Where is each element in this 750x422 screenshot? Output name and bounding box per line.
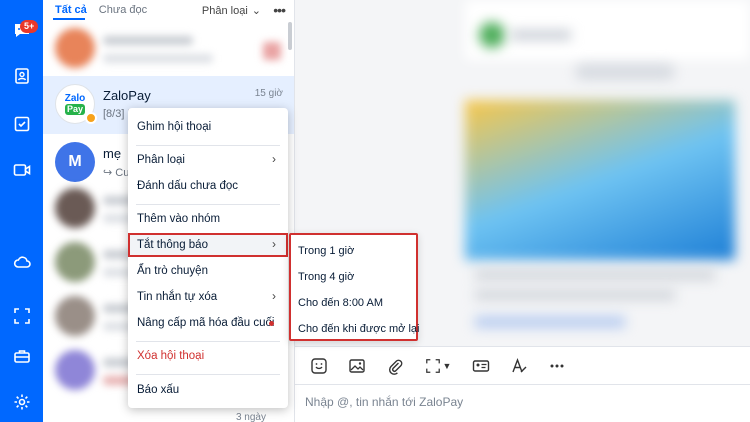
menu-item-mute-notifications[interactable]: Tắt thông báo › (128, 233, 288, 257)
conversation-context-menu: Ghim hội thoại Phân loại › Đánh dấu chưa … (128, 108, 288, 408)
menu-item-label: Ghim hội thoại (137, 121, 212, 133)
menu-divider (136, 341, 280, 342)
conversation-time: 15 giờ (254, 88, 283, 99)
tab-all[interactable]: Tất cả (55, 4, 87, 16)
new-indicator-dot (269, 321, 274, 326)
mute-option-1-hour[interactable]: Trong 1 giờ (291, 239, 416, 263)
chevron-right-icon: › (272, 237, 276, 251)
more-options-icon[interactable]: ••• (273, 2, 286, 18)
menu-item-report[interactable]: Báo xấu (128, 378, 288, 402)
menu-item-label: Đánh dấu chưa đọc (137, 180, 239, 192)
avatar: M (55, 142, 95, 182)
menu-item-upgrade-encryption[interactable]: Nâng cấp mã hóa đầu cuối (128, 311, 288, 335)
conversation-name: ZaloPay (103, 88, 151, 103)
message-text-placeholder (475, 270, 715, 280)
message-composer (295, 384, 750, 422)
chat-avatar (479, 22, 505, 48)
menu-divider (136, 204, 280, 205)
chevron-right-icon: › (272, 152, 276, 166)
list-header: Tất cả Chưa đọc Phân loại ⌄ ••• (43, 0, 294, 20)
unread-badge: 5+ (20, 20, 39, 33)
settings-icon[interactable] (0, 382, 43, 422)
contacts-icon[interactable] (0, 56, 43, 96)
messages-icon[interactable]: 5+ (0, 10, 43, 50)
menu-item-add-to-group[interactable]: Thêm vào nhóm (128, 207, 288, 231)
menu-item-label: Tắt thông báo (137, 239, 208, 251)
menu-item-mark-unread[interactable]: Đánh dấu chưa đọc (128, 174, 288, 198)
chevron-right-icon: › (272, 289, 276, 303)
todo-icon[interactable] (0, 104, 43, 144)
menu-item-label: Thêm vào nhóm (137, 213, 221, 225)
mute-option-4-hours[interactable]: Trong 4 giờ (291, 265, 416, 289)
menu-item-classify[interactable]: Phân loại › (128, 148, 288, 172)
logo-text-bottom: Pay (64, 104, 85, 115)
mute-option-until-morning[interactable]: Cho đến 8:00 AM (291, 291, 416, 315)
business-card-icon[interactable] (467, 352, 495, 380)
screenshot-capture-icon[interactable]: ▼ (419, 352, 457, 380)
conversation-name: mẹ (103, 146, 122, 161)
menu-item-hide-chat[interactable]: Ẩn trò chuyện (128, 259, 288, 283)
text-format-icon[interactable] (505, 352, 533, 380)
menu-item-pin[interactable]: Ghim hội thoại (128, 115, 288, 139)
sticker-icon[interactable] (305, 352, 333, 380)
image-icon[interactable] (343, 352, 371, 380)
date-separator (575, 64, 675, 80)
screenshot-icon[interactable] (0, 296, 43, 336)
menu-item-label: Báo xấu (137, 384, 180, 396)
attachment-icon[interactable] (381, 352, 409, 380)
mute-option-until-reopened[interactable]: Cho đến khi được mở lại (291, 317, 419, 341)
menu-item-label: Xóa hội thoại (137, 350, 205, 362)
message-input[interactable] (305, 395, 735, 409)
cloud-icon[interactable] (0, 242, 43, 282)
menu-item-delete-chat[interactable]: Xóa hội thoại (128, 344, 288, 368)
video-call-icon[interactable] (0, 150, 43, 190)
logo-text-top: Zalo (64, 93, 86, 104)
menu-item-label: Ẩn trò chuyện (137, 265, 208, 277)
tab-unread[interactable]: Chưa đọc (99, 4, 147, 16)
filter-label: Phân loại (201, 5, 248, 17)
more-tools-icon[interactable] (543, 352, 571, 380)
menu-item-label: Phân loại (137, 154, 185, 166)
menu-item-self-destruct[interactable]: Tin nhắn tự xóa › (128, 285, 288, 309)
composer-toolbar: ▼ (295, 346, 750, 384)
chat-title-placeholder (511, 30, 571, 40)
message-link-placeholder (475, 316, 625, 328)
chat-header (465, 0, 750, 60)
menu-divider (136, 374, 280, 375)
chevron-down-icon: ⌄ (251, 5, 261, 17)
filter-dropdown[interactable]: Phân loại ⌄ (202, 4, 261, 17)
menu-item-label: Tin nhắn tự xóa (137, 291, 218, 303)
toolbox-icon[interactable] (0, 336, 43, 376)
mute-duration-submenu: Trong 1 giờ Trong 4 giờ Cho đến 8:00 AM … (289, 233, 419, 341)
verified-badge-icon (85, 112, 97, 124)
navigation-rail: 5+ (0, 0, 43, 422)
list-item[interactable] (43, 20, 294, 76)
caret-down-icon: ▼ (442, 360, 452, 371)
message-text-placeholder (475, 290, 675, 300)
conversation-time: 3 ngày (235, 412, 266, 422)
menu-item-label: Nâng cấp mã hóa đầu cuối (137, 317, 275, 329)
promo-image (465, 100, 735, 260)
menu-divider (136, 145, 280, 146)
